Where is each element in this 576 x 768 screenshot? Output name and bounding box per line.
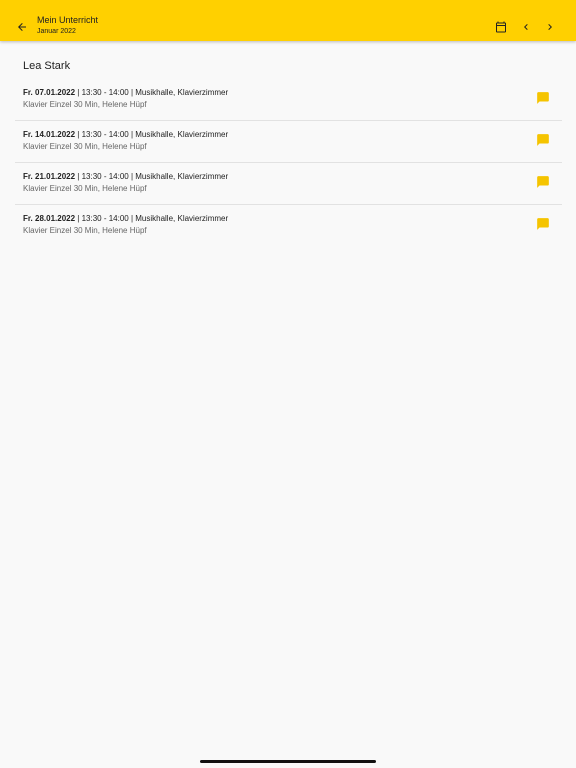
home-indicator[interactable]	[200, 760, 376, 763]
comment-icon	[537, 218, 549, 230]
comment-button[interactable]	[536, 175, 550, 189]
lesson-info: Fr. 07.01.2022 | 13:30 - 14:00 | Musikha…	[23, 88, 228, 97]
chevron-right-icon	[548, 24, 552, 30]
app-bar: Mein Unterricht Januar 2022	[0, 0, 576, 41]
comment-icon	[537, 92, 549, 104]
lesson-details: | 13:30 - 14:00 | Musikhalle, Klavierzim…	[75, 88, 229, 97]
lesson-list: Fr. 07.01.2022 | 13:30 - 14:00 | Musikha…	[15, 79, 562, 247]
lesson-date: Fr. 28.01.2022	[23, 214, 76, 223]
lesson-details: | 13:30 - 14:00 | Musikhalle, Klavierzim…	[75, 214, 229, 223]
lesson-row[interactable]: Fr. 21.01.2022 | 13:30 - 14:00 | Musikha…	[15, 163, 562, 205]
lesson-date: Fr. 21.01.2022	[23, 172, 76, 181]
lesson-row[interactable]: Fr. 14.01.2022 | 13:30 - 14:00 | Musikha…	[15, 121, 562, 163]
arrow-back-icon	[18, 23, 26, 31]
page-title: Mein Unterricht	[37, 15, 99, 25]
lesson-row[interactable]: Fr. 28.01.2022 | 13:30 - 14:00 | Musikha…	[15, 205, 562, 247]
previous-month-button[interactable]	[514, 15, 538, 39]
lesson-details: | 13:30 - 14:00 | Musikhalle, Klavierzim…	[75, 172, 229, 181]
student-name: Lea Stark	[23, 60, 71, 72]
comment-button[interactable]	[536, 91, 550, 105]
calendar-button[interactable]	[489, 15, 513, 39]
calendar-icon	[496, 21, 506, 33]
title-block: Mein Unterricht Januar 2022	[37, 15, 99, 36]
page-subtitle: Januar 2022	[37, 28, 76, 35]
lesson-subtitle: Klavier Einzel 30 Min, Helene Hüpf	[23, 100, 147, 109]
lesson-date: Fr. 07.01.2022	[23, 88, 76, 97]
comment-button[interactable]	[536, 133, 550, 147]
lesson-row[interactable]: Fr. 07.01.2022 | 13:30 - 14:00 | Musikha…	[15, 79, 562, 121]
comment-icon	[537, 176, 549, 188]
lesson-subtitle: Klavier Einzel 30 Min, Helene Hüpf	[23, 226, 147, 235]
lesson-subtitle: Klavier Einzel 30 Min, Helene Hüpf	[23, 142, 147, 151]
lesson-date: Fr. 14.01.2022	[23, 130, 76, 139]
lesson-info: Fr. 21.01.2022 | 13:30 - 14:00 | Musikha…	[23, 172, 228, 181]
chevron-left-icon	[524, 24, 528, 30]
comment-button[interactable]	[536, 217, 550, 231]
lesson-info: Fr. 14.01.2022 | 13:30 - 14:00 | Musikha…	[23, 130, 228, 139]
back-button[interactable]	[10, 15, 34, 39]
lesson-details: | 13:30 - 14:00 | Musikhalle, Klavierzim…	[75, 130, 229, 139]
comment-icon	[537, 134, 549, 146]
lesson-subtitle: Klavier Einzel 30 Min, Helene Hüpf	[23, 184, 147, 193]
next-month-button[interactable]	[538, 15, 562, 39]
lesson-info: Fr. 28.01.2022 | 13:30 - 14:00 | Musikha…	[23, 214, 228, 223]
